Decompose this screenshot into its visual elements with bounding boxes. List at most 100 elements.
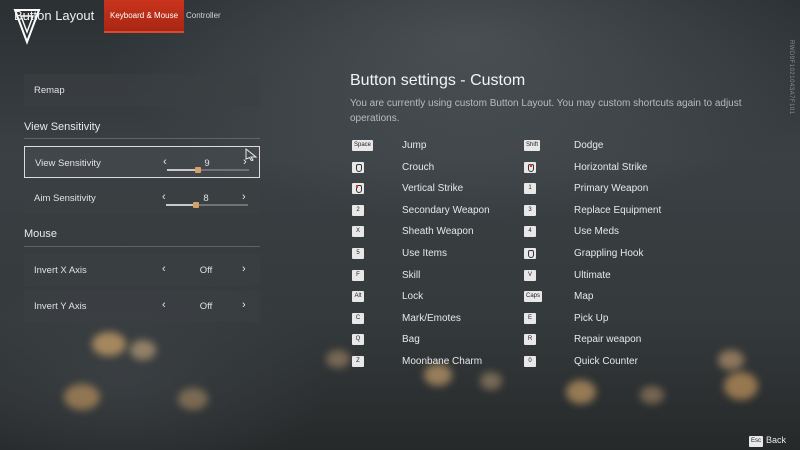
keybind-row[interactable]: Z Moonbane Charm <box>352 356 520 370</box>
decrease-arrow-icon[interactable]: ‹ <box>162 191 166 203</box>
view-sensitivity-value: 9 <box>204 158 210 169</box>
keybind-row[interactable]: V Ultimate <box>524 269 722 284</box>
keybind-row[interactable]: Crouch <box>352 161 520 176</box>
keybind-row[interactable]: F Skill <box>352 269 520 284</box>
keybind-row[interactable]: 0 Quick Counter <box>524 356 722 370</box>
invert-x-axis-value: Off <box>199 265 213 276</box>
key-cap-icon: Caps <box>524 291 543 303</box>
slider-fill <box>166 204 195 206</box>
bindings-column-left: Space Jump Crouch Vertical Strike 2 Secondary… <box>350 140 520 380</box>
invert-y-axis-label: Invert Y Axis <box>34 301 87 312</box>
keybind-row[interactable]: Horizontal Strike <box>524 161 722 176</box>
esc-key-icon: Esc <box>748 436 763 447</box>
keybind-action-label: Moonbane Charm <box>402 356 483 367</box>
keybind-row[interactable]: E Pick Up <box>524 312 722 327</box>
mouse-heading: Mouse <box>24 228 58 240</box>
key-cap-icon: Space <box>352 140 374 151</box>
slider-handle[interactable] <box>192 202 199 208</box>
keybind-action-label: Jump <box>402 140 427 151</box>
previous-arrow-icon[interactable]: ‹ <box>162 299 166 311</box>
aim-sensitivity-slider[interactable] <box>166 202 248 208</box>
tab-keyboard-mouse[interactable]: Keyboard & Mouse <box>104 0 185 33</box>
keybind-row[interactable]: 2 Secondary Weapon <box>352 204 520 219</box>
key-cap-icon: 0 <box>524 356 536 367</box>
back-button[interactable]: Esc Back <box>748 435 786 448</box>
keybind-action-label: Vertical Strike <box>402 183 464 195</box>
keybind-action-label: Ultimate <box>574 269 611 281</box>
keybind-action-label: Repair weapon <box>574 334 642 346</box>
keybind-action-label: Grappling Hook <box>574 248 644 259</box>
keybind-row[interactable]: Grappling Hook <box>524 248 722 262</box>
key-cap-icon: 3 <box>524 204 536 216</box>
keybind-action-label: Crouch <box>402 161 435 173</box>
next-arrow-icon[interactable]: › <box>242 263 246 275</box>
back-label: Back <box>765 435 786 445</box>
key-cap-icon: Z <box>352 356 364 367</box>
remap-label: Remap <box>34 85 65 96</box>
background-light <box>640 386 664 404</box>
key-cap-icon: V <box>524 269 536 281</box>
keybind-row[interactable]: 1 Primary Weapon <box>524 183 722 197</box>
keybind-row[interactable]: 3 Replace Equipment <box>524 204 722 219</box>
keybind-row[interactable]: R Repair weapon <box>524 334 722 348</box>
background-light <box>64 384 100 410</box>
background-light <box>178 388 208 410</box>
top-bar: Button Layout Keyboard & Mouse Controlle… <box>0 0 800 45</box>
keybind-row[interactable]: Alt Lock <box>352 291 520 305</box>
previous-arrow-icon[interactable]: ‹ <box>162 263 166 275</box>
view-sensitivity-heading: View Sensitivity <box>24 121 101 133</box>
background-light <box>326 350 350 368</box>
keybind-action-label: Skill <box>402 269 421 281</box>
keybind-row[interactable]: 4 Use Meds <box>524 226 722 240</box>
key-cap-icon: Alt <box>352 291 364 303</box>
remap-button[interactable]: Remap <box>24 74 260 106</box>
page-title: Button Layout <box>14 8 95 23</box>
keybind-action-label: Primary Weapon <box>574 183 649 195</box>
key-cap-icon: E <box>524 312 536 324</box>
keybind-action-label: Quick Counter <box>574 356 638 367</box>
slider-handle[interactable] <box>195 167 202 173</box>
keybind-row[interactable]: C Mark/Emotes <box>352 312 520 327</box>
next-arrow-icon[interactable]: › <box>242 299 246 311</box>
key-cap-icon: X <box>352 226 364 238</box>
keybind-row[interactable]: Caps Map <box>524 291 722 305</box>
bindings-column-right: Shift Dodge Horizontal Strike 1 Primary Weap… <box>522 140 722 380</box>
slider-fill <box>167 169 198 171</box>
keybind-action-label: Use Meds <box>574 226 620 238</box>
divider <box>24 138 260 139</box>
key-cap-icon: Q <box>352 334 364 346</box>
decrease-arrow-icon[interactable]: ‹ <box>163 156 167 168</box>
keybind-row[interactable]: X Sheath Weapon <box>352 226 520 240</box>
key-cap-icon: C <box>352 312 364 324</box>
mouse-middle-icon <box>524 248 536 259</box>
invert-y-axis-value: Off <box>199 301 213 312</box>
keybind-action-label: Mark/Emotes <box>402 312 461 324</box>
keybind-action-label: Pick Up <box>574 312 609 324</box>
keybind-row[interactable]: 5 Use Items <box>352 248 520 262</box>
background-light <box>130 340 156 360</box>
increase-arrow-icon[interactable]: › <box>242 191 246 203</box>
keybind-row[interactable]: Q Bag <box>352 334 520 348</box>
view-sensitivity-slider[interactable] <box>167 167 249 173</box>
tab-controller[interactable]: Controller <box>180 0 227 31</box>
keybind-row[interactable]: Vertical Strike <box>352 183 520 197</box>
aim-sensitivity-label: Aim Sensitivity <box>34 193 96 204</box>
key-cap-icon: 2 <box>352 204 364 216</box>
keybind-action-label: Map <box>574 291 594 303</box>
keybind-action-label: Bag <box>402 334 420 346</box>
view-sensitivity-row[interactable]: View Sensitivity ‹ 9 › <box>24 146 260 178</box>
key-cap-icon: 5 <box>352 248 364 259</box>
view-sensitivity-label: View Sensitivity <box>35 158 101 169</box>
settings-description: You are currently using custom Button La… <box>350 98 742 124</box>
background-light <box>92 332 126 356</box>
keybind-row[interactable]: Space Jump <box>352 140 520 154</box>
aim-sensitivity-row[interactable]: Aim Sensitivity ‹ 8 › <box>24 182 260 214</box>
key-cap-icon: F <box>352 269 364 281</box>
divider <box>24 246 260 247</box>
invert-y-axis-row[interactable]: Invert Y Axis ‹ Off › <box>24 290 260 322</box>
keybind-row[interactable]: Shift Dodge <box>524 140 722 154</box>
mouse-left-click-icon <box>352 183 364 195</box>
mouse-right-click-icon <box>524 161 536 173</box>
invert-x-axis-row[interactable]: Invert X Axis ‹ Off › <box>24 254 260 286</box>
mouse-left-icon <box>352 161 364 173</box>
